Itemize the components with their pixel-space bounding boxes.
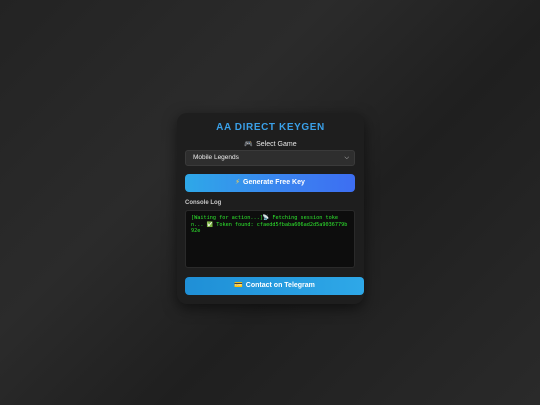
chevron-down-icon: ⌵ (344, 155, 349, 161)
console-log-label: Console Log (185, 200, 222, 206)
console-log-output: [Waiting for action...]📡 Fetching sessio… (185, 210, 355, 268)
contact-telegram-button[interactable]: 💳 Contact on Telegram (185, 277, 364, 295)
generate-key-button-label: Generate Free Key (243, 179, 305, 186)
page-title: AA DIRECT KEYGEN (216, 122, 325, 133)
select-game-label: 🎮 Select Game (177, 140, 364, 148)
select-game-label-text: Select Game (256, 141, 297, 148)
gamepad-icon: 🎮 (244, 141, 254, 148)
generate-key-button[interactable]: ⚡ Generate Free Key (185, 174, 355, 192)
lightning-icon: ⚡ (235, 179, 241, 186)
keygen-card: AA DIRECT KEYGEN 🎮 Select Game Mobile Leg… (177, 113, 364, 304)
game-select[interactable]: Mobile Legends ⌵ (185, 150, 355, 166)
telegram-icon: 💳 (234, 282, 243, 289)
contact-telegram-button-label: Contact on Telegram (245, 282, 315, 289)
game-select-value: Mobile Legends (193, 154, 239, 161)
